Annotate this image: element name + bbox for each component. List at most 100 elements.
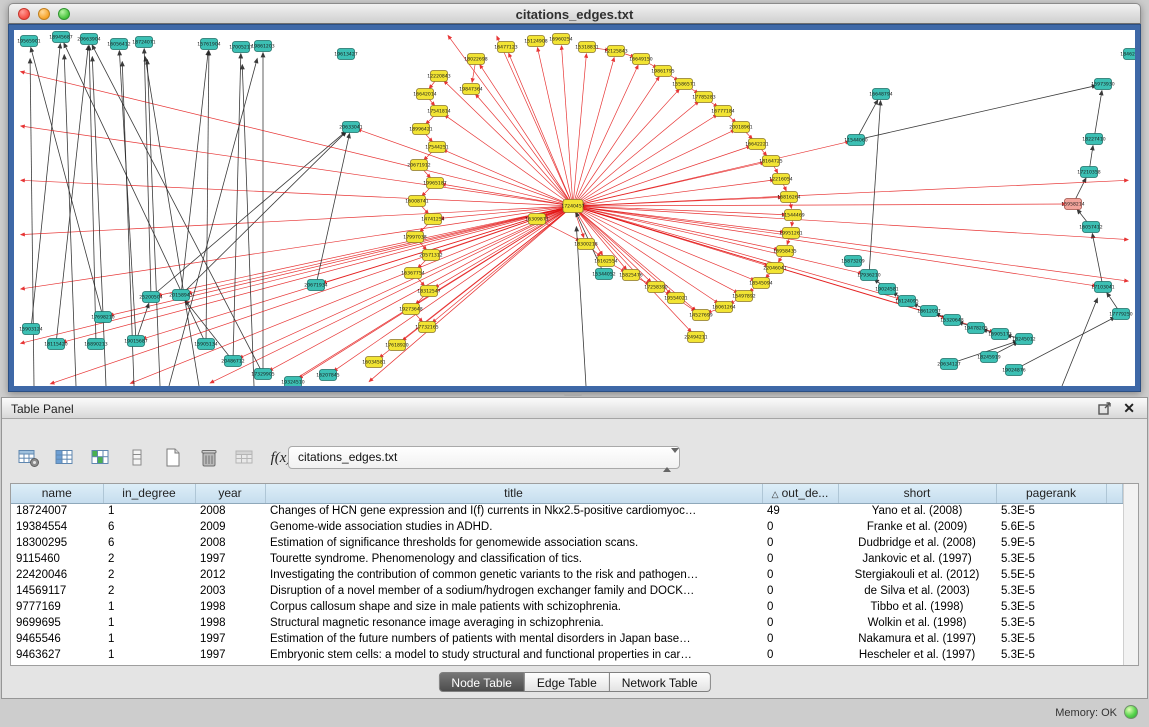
- cell-short[interactable]: de Silva et al. (2003): [838, 583, 996, 599]
- table-row[interactable]: 1830029562008Estimation of significance …: [11, 535, 1123, 551]
- graph-edge[interactable]: [206, 51, 209, 344]
- graph-node[interactable]: 16057412: [1079, 222, 1102, 233]
- graph-node[interactable]: 15761904: [197, 39, 220, 50]
- cell-year[interactable]: 2003: [195, 583, 265, 599]
- graph-node[interactable]: 18164725: [759, 156, 782, 167]
- cell-pagerank[interactable]: 5.3E-5: [996, 551, 1106, 567]
- table-row[interactable]: 946554611997Estimation of the future num…: [11, 631, 1123, 647]
- tab-network-table[interactable]: Network Table: [610, 672, 711, 692]
- cell-in_degree[interactable]: 1: [103, 631, 195, 647]
- column-header-pagerank[interactable]: pagerank: [996, 484, 1106, 503]
- graph-edge[interactable]: [573, 101, 699, 206]
- cell-in_degree[interactable]: 6: [103, 519, 195, 535]
- graph-node[interactable]: 15320648: [940, 315, 963, 326]
- cell-year[interactable]: 2009: [195, 519, 265, 535]
- graph-edge[interactable]: [89, 46, 96, 344]
- graph-node[interactable]: 15497892: [732, 291, 755, 302]
- graph-edge[interactable]: [576, 227, 586, 386]
- cell-title[interactable]: Investigating the contribution of common…: [265, 567, 762, 583]
- network-graph[interactable]: 1724045715318831121258431664915019861795…: [14, 30, 1135, 386]
- cell-short[interactable]: Jankovic et al. (1997): [838, 551, 996, 567]
- graph-edge[interactable]: [21, 72, 573, 206]
- graph-edge[interactable]: [210, 206, 573, 383]
- import-table-icon[interactable]: [232, 445, 258, 471]
- graph-node[interactable]: 20634127: [937, 359, 960, 370]
- graph-node[interactable]: 16008741: [405, 196, 428, 207]
- graph-node[interactable]: 16890213: [84, 339, 107, 350]
- graph-node[interactable]: 16960254: [549, 34, 572, 45]
- graph-node[interactable]: 16905173: [988, 329, 1011, 340]
- graph-edge[interactable]: [334, 206, 573, 371]
- graph-node[interactable]: 18245012: [1012, 334, 1035, 345]
- graph-node[interactable]: 19024581: [875, 284, 898, 295]
- graph-node[interactable]: 18312547: [417, 286, 440, 297]
- table-source-dropdown[interactable]: citations_edges.txt: [288, 446, 680, 469]
- column-header-year[interactable]: year: [195, 484, 265, 503]
- graph-node[interactable]: 16367754: [401, 268, 424, 279]
- graph-edge[interactable]: [21, 180, 573, 206]
- graph-node[interactable]: 16056412: [107, 39, 130, 50]
- cell-name[interactable]: 9699695: [11, 615, 103, 631]
- graph-node[interactable]: 11544060: [844, 135, 867, 146]
- graph-edge[interactable]: [480, 65, 573, 206]
- graph-node[interactable]: 18612057: [917, 306, 940, 317]
- graph-node[interactable]: 15825476: [619, 270, 642, 281]
- cell-name[interactable]: 9465546: [11, 631, 103, 647]
- graph-node[interactable]: 19951261: [779, 228, 802, 239]
- graph-node[interactable]: 19024876: [1002, 365, 1025, 376]
- graph-node[interactable]: 19273648: [399, 304, 422, 315]
- graph-edge[interactable]: [856, 100, 878, 140]
- cell-title[interactable]: Tourette syndrome. Phenomenology and cla…: [265, 551, 762, 567]
- cell-out_degree[interactable]: 0: [762, 583, 838, 599]
- graph-node[interactable]: 18115420: [44, 339, 67, 350]
- graph-edge[interactable]: [233, 54, 241, 361]
- graph-node[interactable]: 16777184: [711, 106, 734, 117]
- graph-node[interactable]: 17936210: [857, 270, 880, 281]
- graph-edge[interactable]: [51, 206, 573, 384]
- graph-edge[interactable]: [573, 206, 1096, 286]
- new-file-icon[interactable]: [160, 445, 186, 471]
- graph-edge[interactable]: [497, 36, 573, 206]
- cell-short[interactable]: Hescheler et al. (1997): [838, 647, 996, 663]
- cell-short[interactable]: Franke et al. (2009): [838, 519, 996, 535]
- cell-name[interactable]: 9463627: [11, 647, 103, 663]
- cell-short[interactable]: Nakamura et al. (1997): [838, 631, 996, 647]
- graph-node[interactable]: 18245919: [977, 352, 1000, 363]
- graph-node[interactable]: 19478205: [964, 323, 987, 334]
- cell-in_degree[interactable]: 2: [103, 551, 195, 567]
- graph-node[interactable]: 15586571: [672, 79, 695, 90]
- cell-pagerank[interactable]: 5.3E-5: [996, 647, 1106, 663]
- cell-title[interactable]: Corpus callosum shape and size in male p…: [265, 599, 762, 615]
- cell-title[interactable]: Estimation of significance thresholds fo…: [265, 535, 762, 551]
- cell-name[interactable]: 9115460: [11, 551, 103, 567]
- cell-out_degree[interactable]: 49: [762, 503, 838, 519]
- graph-node[interactable]: 16309871: [525, 214, 548, 225]
- graph-edge[interactable]: [869, 101, 881, 275]
- cell-in_degree[interactable]: 1: [103, 615, 195, 631]
- cell-year[interactable]: 1997: [195, 631, 265, 647]
- graph-edge[interactable]: [573, 146, 750, 206]
- graph-edge[interactable]: [30, 59, 34, 386]
- cell-short[interactable]: Stergiakouli et al. (2012): [838, 567, 996, 583]
- cell-out_degree[interactable]: 0: [762, 647, 838, 663]
- graph-edge[interactable]: [119, 51, 136, 341]
- graph-edge[interactable]: [56, 46, 88, 344]
- cell-out_degree[interactable]: 0: [762, 599, 838, 615]
- table-row[interactable]: 1456911722003Disruption of a novel membe…: [11, 583, 1123, 599]
- graph-node[interactable]: 19015687: [124, 336, 147, 347]
- graph-edge[interactable]: [31, 44, 60, 329]
- cell-out_degree[interactable]: 0: [762, 535, 838, 551]
- close-panel-icon[interactable]: ✕: [1123, 400, 1135, 416]
- graph-node[interactable]: 17785283: [692, 92, 715, 103]
- cell-name[interactable]: 18300295: [11, 535, 103, 551]
- graph-node[interactable]: 22046041: [763, 263, 786, 274]
- graph-edge[interactable]: [181, 132, 346, 295]
- cell-short[interactable]: Yano et al. (2008): [838, 503, 996, 519]
- graph-node[interactable]: 15903124: [19, 324, 42, 335]
- graph-edge[interactable]: [1092, 234, 1103, 287]
- cell-pagerank[interactable]: 5.3E-5: [996, 599, 1106, 615]
- column-header-title[interactable]: title: [265, 484, 762, 503]
- graph-edge[interactable]: [1094, 91, 1102, 139]
- graph-edge[interactable]: [92, 57, 106, 386]
- graph-node[interactable]: 17698210: [91, 312, 114, 323]
